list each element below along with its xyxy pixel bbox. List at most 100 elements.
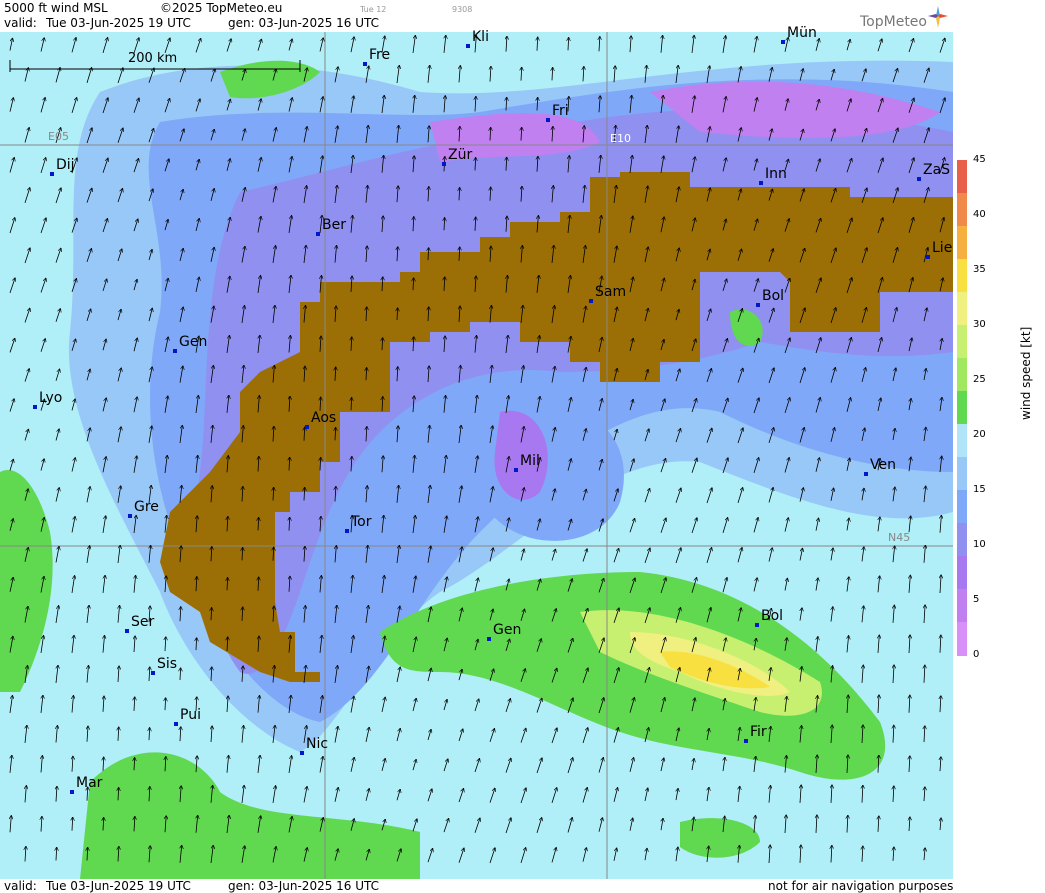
city-marker [50,172,54,176]
grid-label-e05: E05 [48,130,69,143]
city-marker [363,62,367,66]
city-label: Gen [179,334,208,350]
color-scale-bar [957,160,967,656]
legend-color-step [957,358,967,392]
city-label: Fri [552,103,569,119]
city-marker [466,44,470,48]
legend-color-step [957,424,967,458]
city-marker [756,303,760,307]
faint-text-1: Tue 12 [360,5,387,14]
city-marker [546,118,550,122]
legend-tick-label: 40 [973,209,986,220]
city-marker [173,349,177,353]
city-marker [514,468,518,472]
city-marker [300,751,304,755]
footer-valid-label: valid: [4,879,37,893]
valid-label: valid: [4,16,37,30]
valid-time: Tue 03-Jun-2025 19 UTC [46,16,191,30]
legend-panel: 45 40 35 30 25 20 15 10 5 0 wind speed [kt] [953,0,1045,893]
legend-title: wind speed [kt] [1019,326,1033,420]
legend-tick-label: 45 [973,154,986,165]
city-label: Lie [932,240,953,256]
city-label: ZaS [923,162,951,178]
legend-tick-label: 30 [973,319,986,330]
legend-color-step [957,589,967,623]
city-marker [917,177,921,181]
disclaimer: not for air navigation purposes [768,879,954,893]
grid-label-e10: E10 [610,132,631,145]
city-label: Gre [134,499,159,515]
city-label: Ber [322,217,346,233]
city-marker [589,299,593,303]
legend-color-step [957,259,967,293]
city-label: Gen [493,622,522,638]
city-marker [755,623,759,627]
legend-color-step [957,523,967,557]
legend-color-step [957,160,967,194]
city-label: Zür [448,147,473,163]
city-marker [305,425,309,429]
city-marker [345,529,349,533]
city-label: Nic [306,736,329,752]
copyright: ©2025 TopMeteo.eu [160,1,283,15]
legend-color-step [957,325,967,359]
city-label: Fre [369,47,391,63]
city-label: Pui [180,707,201,723]
city-marker [125,629,129,633]
city-label: Aos [311,410,337,426]
city-marker [174,722,178,726]
legend-color-step [957,292,967,326]
city-label: Fir [750,724,767,740]
city-marker [442,162,446,166]
legend-color-step [957,490,967,524]
city-label: Bol [762,288,785,304]
legend-color-step [957,622,967,656]
city-marker [781,40,785,44]
legend-tick-label: 25 [973,374,986,385]
city-marker [151,671,155,675]
city-marker [33,405,37,409]
city-label: Tor [351,514,372,530]
faint-text-2: 9308 [452,5,473,14]
legend-tick-label: 15 [973,484,986,495]
compass-logo-icon [928,6,948,28]
city-label: Ser [131,614,155,630]
city-label: Kli [472,29,489,45]
city-marker [759,181,763,185]
city-label: Dij [56,157,75,173]
city-marker [70,790,74,794]
footer-valid-time: Tue 03-Jun-2025 19 UTC [46,879,191,893]
gen-time: gen: 03-Jun-2025 16 UTC [228,16,380,30]
legend-tick-label: 10 [973,539,986,550]
legend-tick-label: 20 [973,429,986,440]
city-label: Inn [765,166,787,182]
legend-color-step [957,391,967,425]
legend-color-step [957,193,967,227]
product-title: 5000 ft wind MSL [4,1,108,15]
city-marker [744,739,748,743]
city-label: Mün [787,25,817,41]
city-label: Sam [595,284,627,300]
legend-color-step [957,226,967,260]
city-marker [316,232,320,236]
city-marker [926,255,930,259]
legend-color-step [957,457,967,491]
city-label: Mar [76,775,103,791]
city-marker [128,514,132,518]
legend-color-step [957,556,967,590]
city-marker [487,637,491,641]
city-label: Sis [157,656,178,672]
legend-tick-label: 0 [973,649,980,660]
city-marker [864,472,868,476]
wind-speed-fields [0,32,953,879]
topmeteo-logo: TopMeteo [860,14,927,30]
legend-tick-label: 35 [973,264,986,275]
footer-gen-time: gen: 03-Jun-2025 16 UTC [228,879,380,893]
grid-label-n45: N45 [888,531,911,544]
city-label: Mil [520,453,540,469]
wind-map[interactable] [0,32,953,879]
scale-bar-label: 200 km [128,51,178,66]
city-label: Ven [870,457,896,473]
city-label: Bol [761,608,784,624]
legend-tick-label: 5 [973,594,980,605]
